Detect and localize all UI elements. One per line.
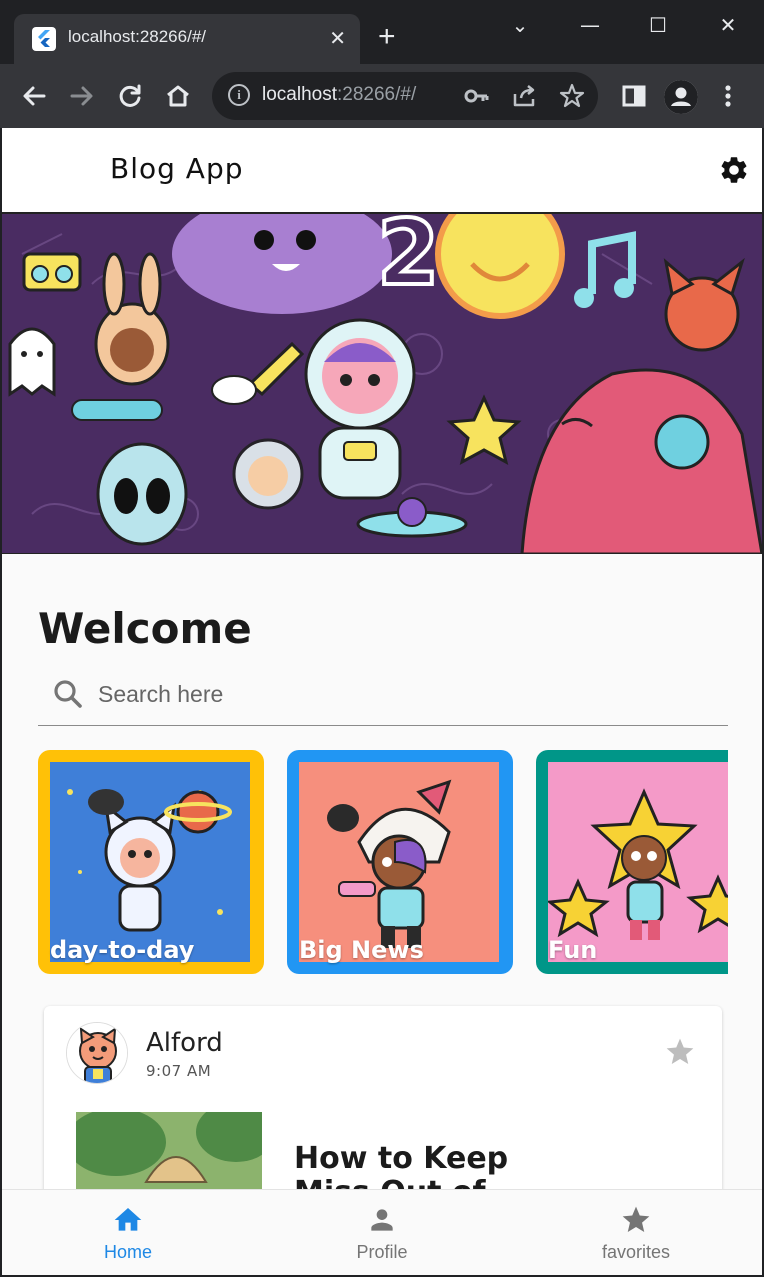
- nav-label-home: Home: [103, 1242, 152, 1262]
- svg-text:2: 2: [377, 214, 440, 306]
- search-bar[interactable]: [38, 664, 728, 726]
- hero-banner-illustration: 2: [2, 214, 762, 554]
- address-url: localhost:28266/#/: [262, 84, 416, 106]
- settings-gear-icon[interactable]: [718, 154, 750, 186]
- bookmark-star-icon[interactable]: [558, 82, 586, 110]
- nav-label-favorites: favorites: [601, 1242, 671, 1262]
- back-icon[interactable]: [18, 80, 50, 112]
- maximize-button[interactable]: ☐: [638, 10, 678, 40]
- person-icon: [366, 1204, 398, 1236]
- category-label: day-to-day: [50, 936, 195, 964]
- home-icon: [112, 1204, 144, 1236]
- tab-close-icon[interactable]: ✕: [329, 26, 346, 50]
- nav-item-profile[interactable]: Profile: [282, 1190, 482, 1275]
- category-card-fun[interactable]: Fun: [536, 750, 728, 974]
- category-label: Fun: [548, 936, 598, 964]
- flutter-favicon-icon: [32, 27, 56, 51]
- browser-titlebar: localhost:28266/#/ ✕ + ⌄ — ☐ ✕: [0, 0, 764, 64]
- app-page: Blog App 2 Welcome Search here day-to-da…: [2, 128, 762, 1275]
- nav-label-profile: Profile: [356, 1242, 408, 1262]
- browser-menu-icon[interactable]: [712, 80, 744, 112]
- nav-item-favorites[interactable]: favorites: [536, 1190, 736, 1275]
- category-image: [299, 762, 499, 962]
- category-card-day-to-day[interactable]: day-to-day: [38, 750, 264, 974]
- share-icon[interactable]: [510, 82, 538, 110]
- password-key-icon[interactable]: [462, 82, 490, 110]
- category-label: Big News: [299, 936, 424, 964]
- browser-tab[interactable]: localhost:28266/#/ ✕: [14, 14, 360, 64]
- new-tab-button[interactable]: +: [378, 22, 396, 52]
- address-bar[interactable]: i localhost:28266/#/: [212, 72, 598, 120]
- browser-toolbar: i localhost:28266/#/: [0, 64, 764, 128]
- side-panel-icon[interactable]: [618, 80, 650, 112]
- tab-search-dropdown-icon[interactable]: ⌄: [500, 10, 540, 40]
- nav-item-home[interactable]: Home: [28, 1190, 228, 1275]
- bottom-navigation-bar: Home Profile favorites: [2, 1189, 762, 1275]
- reload-icon[interactable]: [114, 80, 146, 112]
- category-card-big-news[interactable]: Big News: [287, 750, 513, 974]
- app-title: Blog App: [110, 152, 244, 185]
- url-host: localhost: [262, 84, 337, 105]
- url-path: :28266/#/: [337, 84, 417, 105]
- minimize-button[interactable]: —: [570, 10, 610, 40]
- search-icon: [52, 678, 84, 710]
- category-image: [50, 762, 250, 962]
- site-info-icon[interactable]: i: [228, 84, 250, 106]
- tab-title: localhost:28266/#/: [68, 27, 206, 46]
- category-image: [548, 762, 728, 962]
- close-window-button[interactable]: ✕: [708, 10, 748, 40]
- browser-profile-avatar[interactable]: [664, 80, 698, 114]
- welcome-heading: Welcome: [38, 604, 252, 653]
- category-list: day-to-day Big News Fun: [38, 750, 728, 976]
- star-icon: [620, 1204, 652, 1236]
- post-timestamp: 9:07 AM: [146, 1062, 212, 1080]
- app-bar: Blog App: [2, 128, 762, 214]
- favorite-star-icon[interactable]: [664, 1036, 696, 1068]
- home-page-icon[interactable]: [162, 80, 194, 112]
- post-author-name: Alford: [146, 1028, 223, 1058]
- forward-icon[interactable]: [66, 80, 98, 112]
- author-avatar[interactable]: [66, 1022, 128, 1084]
- search-input[interactable]: [98, 674, 698, 714]
